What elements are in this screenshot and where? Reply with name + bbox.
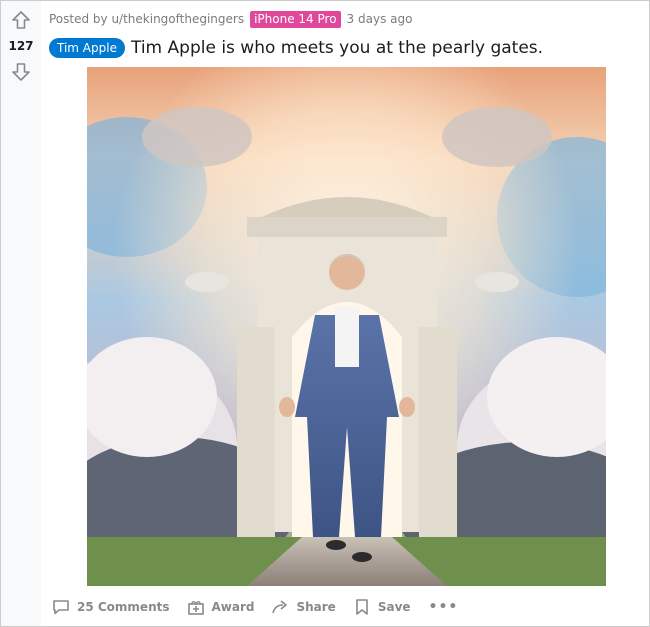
more-options-button[interactable]: •••: [423, 595, 465, 619]
share-label: Share: [296, 600, 336, 614]
award-button[interactable]: Award: [182, 593, 259, 621]
share-button[interactable]: Share: [266, 593, 339, 621]
gift-box-icon: [187, 601, 204, 615]
save-button[interactable]: Save: [348, 593, 415, 621]
post-title[interactable]: Tim Apple is who meets you at the pearly…: [131, 38, 543, 58]
post-meta: Posted by u/thekingofthegingers iPhone 1…: [49, 10, 412, 28]
post-flair-badge[interactable]: Tim Apple: [49, 38, 125, 58]
arrow-down-outline-icon: [12, 63, 30, 81]
heaven-gate-illustration: [87, 67, 606, 586]
curved-arrow-icon: [272, 600, 288, 614]
upvote-button[interactable]: [10, 9, 32, 31]
arrow-up-outline-icon: [12, 11, 30, 29]
post-age: 3 days ago: [346, 12, 413, 26]
vote-score: 127: [8, 39, 34, 53]
award-label: Award: [211, 600, 255, 614]
save-label: Save: [377, 600, 411, 614]
post-title-row: Tim Apple Tim Apple is who meets you at …: [49, 35, 543, 61]
vote-rail: 127: [1, 1, 41, 626]
post-actions: 25 Comments Award Share Save •••: [47, 593, 464, 621]
post-image[interactable]: [87, 67, 606, 586]
speech-bubble-icon: [53, 600, 69, 615]
post-card: 127 Posted by u/thekingofthegingers iPho…: [0, 0, 650, 627]
comments-button[interactable]: 25 Comments: [47, 593, 174, 621]
comments-label: 25 Comments: [77, 600, 170, 614]
posted-by-link[interactable]: Posted by u/thekingofthegingers: [49, 12, 244, 26]
bookmark-icon: [356, 599, 368, 615]
user-flair-badge: iPhone 14 Pro: [250, 10, 341, 28]
downvote-button[interactable]: [10, 61, 32, 83]
